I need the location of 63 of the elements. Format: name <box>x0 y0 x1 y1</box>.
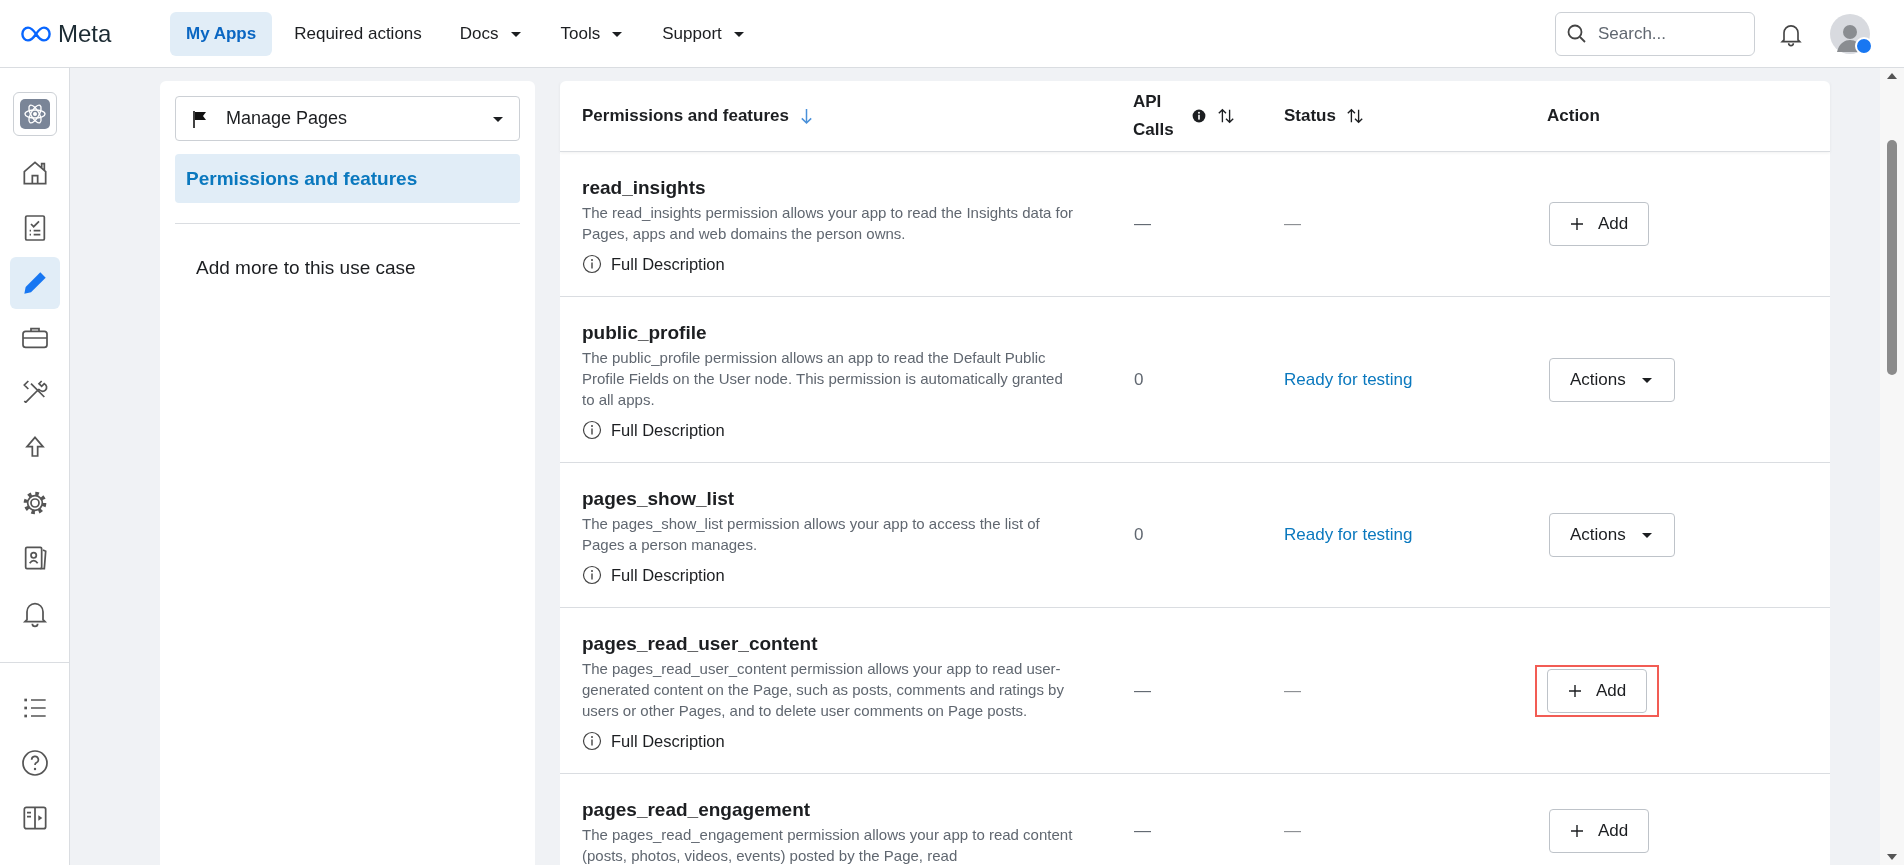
status-text[interactable]: Ready for testing <box>1284 369 1413 389</box>
avatar[interactable] <box>1830 13 1870 54</box>
sort-icon[interactable] <box>1217 107 1235 125</box>
info-icon <box>582 565 602 585</box>
add-more-link[interactable]: Add more to this use case <box>175 224 520 279</box>
permission-description: The public_profile permission allows an app to read the Default Public Profile Fields on the User node. This permission is automatically granted to all apps. <box>582 348 1064 410</box>
logo-text[interactable]: Meta <box>58 19 112 48</box>
permission-name: pages_show_list <box>582 487 736 511</box>
nav-tab[interactable]: My Apps <box>170 11 273 56</box>
permission-description: The pages_show_list permission allows your app to access the list of Pages a person manages. <box>582 514 1041 555</box>
column-header: Action <box>1547 106 1600 126</box>
add-button[interactable]: Add <box>1549 202 1650 246</box>
status-text[interactable]: Ready for testing <box>1284 525 1413 544</box>
info-icon <box>582 420 602 440</box>
scroll-down-icon[interactable] <box>1886 853 1898 861</box>
nav-tab[interactable]: Support <box>646 11 762 56</box>
actions-dropdown[interactable]: Actions <box>1549 357 1675 402</box>
status-text: — <box>1284 680 1301 700</box>
use-case-dropdown[interactable]: Manage Pages <box>175 96 520 141</box>
api-calls-value: — <box>1134 214 1151 233</box>
status-text: — <box>1284 821 1301 840</box>
permission-name: pages_read_user_content <box>582 632 819 656</box>
permission-name: pages_read_engagement <box>582 798 812 822</box>
full-description-link[interactable]: Full Description <box>582 565 725 585</box>
full-description-link[interactable]: Full Description <box>582 731 725 751</box>
permission-description: The pages_read_engagement permission allows your app to read content (posts, photos, videos, events) posted by the Page, read <box>582 825 1074 865</box>
actions-dropdown[interactable]: Actions <box>1549 513 1675 557</box>
infinity-logo-icon[interactable] <box>20 25 52 42</box>
nav-tab[interactable]: Tools <box>544 11 641 56</box>
full-description-link[interactable]: Full Description <box>582 254 725 274</box>
permission-name: read_insights <box>582 176 707 200</box>
add-button[interactable]: Add <box>1547 668 1648 713</box>
status-text: — <box>1284 214 1301 233</box>
plus-icon <box>1568 683 1582 698</box>
api-calls-value: 0 <box>1134 369 1144 389</box>
api-calls-value: — <box>1134 680 1151 700</box>
full-description-link[interactable]: Full Description <box>582 420 725 440</box>
column-header: Status <box>1284 106 1336 126</box>
sort-icon[interactable] <box>1345 107 1364 125</box>
nav-tab[interactable]: Required actions <box>278 11 438 56</box>
permission-description: The pages_read_user_content permission allows your app to read user-generated content on the Page, such as posts, comments and ratings by users or other Pages, and to delete user comments on Page posts. <box>582 659 1065 721</box>
permission-name: public_profile <box>582 321 708 345</box>
permission-description: The read_insights permission allows your app to read the Insights data for Pages, apps and web domains the person owns. <box>582 203 1075 244</box>
plus-icon <box>1570 217 1584 231</box>
info-icon <box>582 731 602 751</box>
info-icon <box>582 254 602 274</box>
badge-icon <box>1855 36 1873 55</box>
search-field[interactable]: Search... <box>1555 11 1755 56</box>
sidebar-item[interactable] <box>9 257 60 309</box>
menu-item[interactable]: Permissions and features <box>175 154 520 203</box>
scrollbar-thumb[interactable] <box>1887 140 1897 375</box>
add-button[interactable]: Add <box>1549 809 1650 853</box>
info-icon[interactable] <box>1191 108 1207 124</box>
column-header: Permissions and features <box>582 106 789 126</box>
api-calls-value: 0 <box>1134 525 1144 544</box>
api-calls-value: — <box>1134 821 1151 840</box>
app-icon-button[interactable] <box>12 92 57 136</box>
column-header: API Calls <box>1133 91 1175 141</box>
plus-icon <box>1570 824 1584 838</box>
nav-tab[interactable]: Docs <box>443 11 539 56</box>
scrollbar[interactable] <box>1880 68 1904 865</box>
atom-icon <box>19 99 50 129</box>
scroll-up-icon[interactable] <box>1886 72 1898 80</box>
